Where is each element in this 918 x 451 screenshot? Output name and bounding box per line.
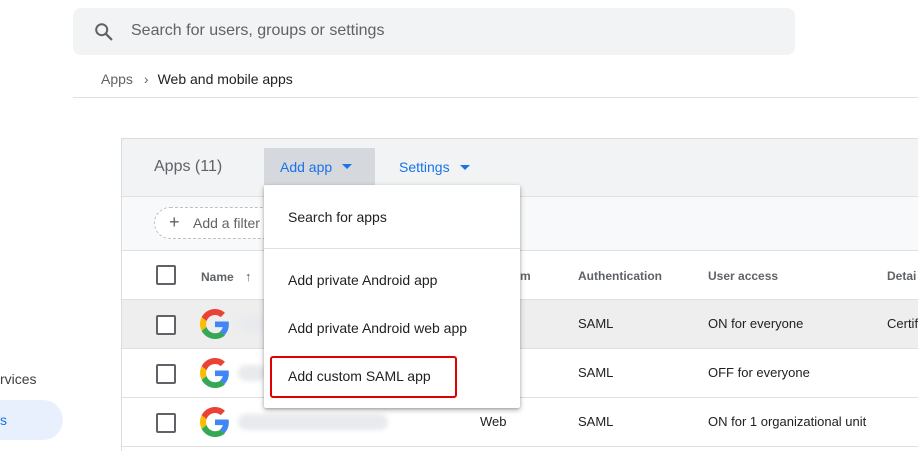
table-row[interactable]: Web SAML ON for 1 organizational unit xyxy=(122,398,918,447)
table-row[interactable]: SAML ON for everyone Certif xyxy=(122,300,918,349)
arrow-up-icon: ↑ xyxy=(245,269,252,284)
plus-icon: + xyxy=(169,212,180,232)
redacted-app-name xyxy=(238,414,388,430)
redacted-app-name xyxy=(238,365,266,381)
caret-down-icon xyxy=(459,164,470,170)
sidebar-item-label: s xyxy=(0,412,7,428)
column-authentication[interactable]: Authentication xyxy=(578,269,662,283)
google-logo-icon xyxy=(200,309,229,339)
breadcrumb: Apps › Web and mobile apps xyxy=(101,71,293,87)
column-name[interactable]: Name ↑ xyxy=(201,269,252,284)
cell-access: OFF for everyone xyxy=(708,365,810,380)
row-checkbox[interactable] xyxy=(156,364,176,384)
column-details[interactable]: Detai xyxy=(887,269,916,283)
highlight-box xyxy=(270,356,457,398)
cell-auth: SAML xyxy=(578,365,614,380)
row-checkbox[interactable] xyxy=(156,413,176,433)
menu-divider xyxy=(264,248,520,249)
search-input[interactable]: Search for users, groups or settings xyxy=(131,22,384,40)
column-name-label: Name xyxy=(201,270,234,284)
column-type[interactable]: m xyxy=(520,269,531,283)
header-divider xyxy=(73,97,918,98)
cell-details: Certif xyxy=(887,316,918,331)
panel-header: Apps (11) Add app Settings xyxy=(122,139,918,197)
sidebar-item-services[interactable]: rvices xyxy=(0,371,37,387)
google-logo-icon xyxy=(200,407,229,437)
filter-bar: + Add a filter xyxy=(122,197,918,251)
breadcrumb-apps-link[interactable]: Apps xyxy=(101,71,133,87)
cell-access: ON for 1 organizational unit xyxy=(708,414,867,429)
table-row[interactable]: SAML OFF for everyone xyxy=(122,349,918,398)
cell-auth: SAML xyxy=(578,414,614,429)
cell-type: Web xyxy=(480,414,507,429)
settings-label: Settings xyxy=(399,159,450,175)
column-user-access[interactable]: User access xyxy=(708,269,778,283)
sidebar-item-apps-active[interactable]: s xyxy=(0,400,63,440)
menu-item-search-for-apps[interactable]: Search for apps xyxy=(288,209,387,225)
cell-access: ON for everyone xyxy=(708,316,804,331)
menu-item-add-private-android-app[interactable]: Add private Android app xyxy=(288,272,437,288)
breadcrumb-current: Web and mobile apps xyxy=(157,71,293,87)
chevron-right-icon: › xyxy=(143,71,149,87)
google-logo-icon xyxy=(200,358,229,388)
search-bar[interactable]: Search for users, groups or settings xyxy=(73,8,795,55)
add-app-label: Add app xyxy=(280,158,333,175)
settings-button[interactable]: Settings xyxy=(399,159,470,175)
search-icon xyxy=(95,23,113,41)
cell-auth: SAML xyxy=(578,316,614,331)
row-checkbox[interactable] xyxy=(156,315,176,335)
redacted-app-name xyxy=(238,316,266,332)
apps-count-title: Apps (11) xyxy=(154,158,223,175)
menu-item-add-private-android-web-app[interactable]: Add private Android web app xyxy=(288,320,467,336)
select-all-checkbox[interactable] xyxy=(156,265,176,285)
table-header: Name ↑ m Authentication User access Deta… xyxy=(122,251,918,300)
add-app-button[interactable]: Add app xyxy=(264,148,375,185)
add-filter-label: Add a filter xyxy=(193,215,260,231)
caret-down-icon xyxy=(342,164,353,169)
